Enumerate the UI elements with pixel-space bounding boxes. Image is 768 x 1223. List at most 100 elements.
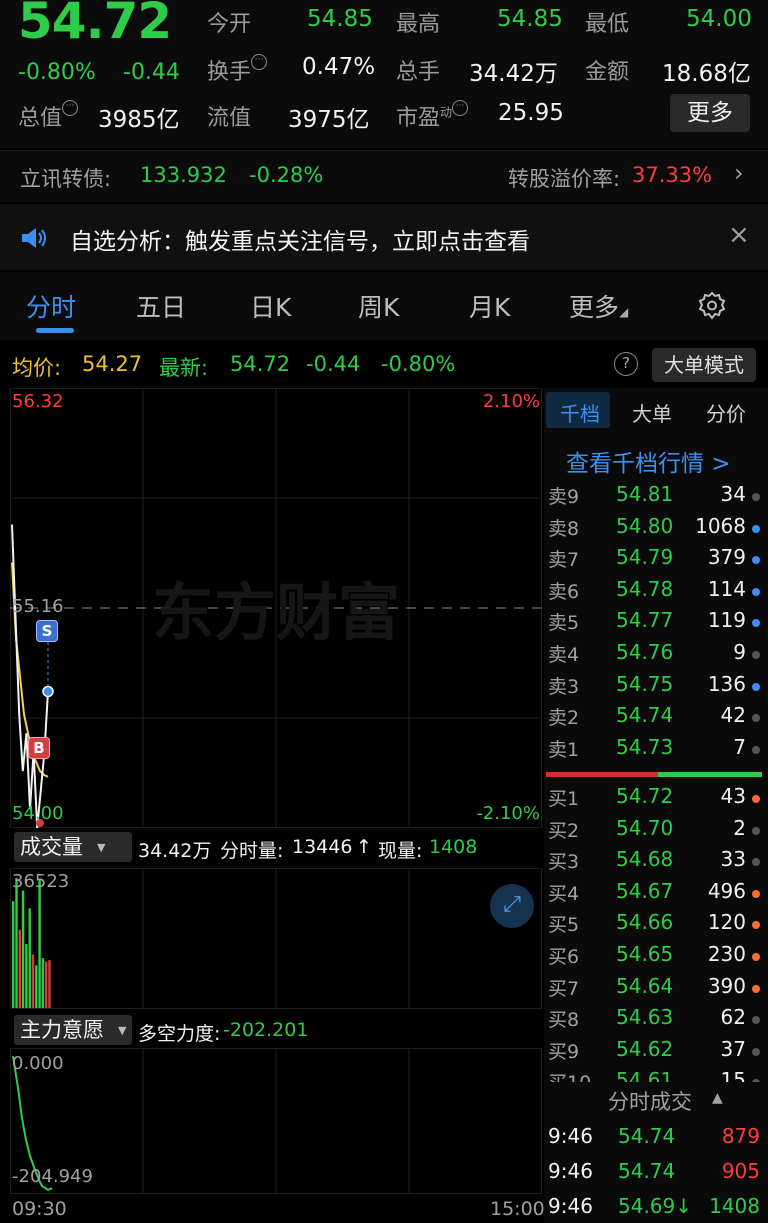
close-icon[interactable]: × [728, 220, 750, 250]
ask-row[interactable]: 卖5 54.77 119 [544, 608, 768, 639]
more-button[interactable]: 更多 [670, 94, 750, 132]
bond-change: -0.28% [249, 163, 324, 187]
bid-qty: 390 [707, 973, 746, 998]
open-label: 今开 [207, 12, 252, 37]
y-axis-bottom-label: 54.00 [12, 803, 64, 824]
ask-qty: 42 [720, 703, 746, 728]
change-percent: -0.80% [18, 60, 96, 85]
market-cap-value: 3985亿 [98, 107, 180, 133]
volume-bar [15, 878, 18, 1008]
more-info-icon: ··· [62, 100, 79, 116]
convertible-bond-row[interactable]: 立讯转债: 133.932 -0.28% 转股溢价率: 37.33% › [0, 150, 768, 202]
change-value: -0.44 [123, 60, 180, 85]
ask-price: 54.80 [616, 513, 674, 538]
bond-name: 立讯转债: [20, 167, 112, 191]
ask-row[interactable]: 卖1 54.73 7 [544, 735, 768, 766]
bid-price: 54.64 [616, 973, 674, 998]
quote-header: 54.72 -0.80% -0.44 今开 54.85 最高 54.85 最低 … [0, 0, 768, 148]
low-label: 最低 [585, 12, 630, 37]
bid-level-label: 买4 [548, 882, 580, 905]
notice-text: 自选分析：触发重点关注信号，立即点击查看 [70, 229, 530, 255]
bid-qty: 230 [707, 942, 746, 966]
big-order-mode-button[interactable]: 大单模式 [652, 348, 756, 382]
bid-row[interactable]: 买4 54.67 496 [544, 879, 768, 910]
bid-qty: 37 [720, 1036, 746, 1061]
ask-row[interactable]: 卖2 54.74 42 [544, 703, 768, 734]
current-volume-label: 现量: [378, 840, 423, 862]
order-dot-icon [752, 619, 760, 628]
bid-row[interactable]: 买2 54.70 2 [544, 816, 768, 847]
bid-row[interactable]: 买5 54.66 120 [544, 910, 768, 941]
ask-row[interactable]: 卖4 54.76 9 [544, 640, 768, 671]
force-indicator-select[interactable]: 主力意愿 ▼ [14, 1015, 132, 1045]
ask-level-label: 卖6 [548, 580, 580, 603]
bid-row[interactable]: 买1 54.72 43 [544, 784, 768, 815]
sell-marker[interactable]: S [36, 620, 58, 642]
ask-row[interactable]: 卖6 54.78 114 [544, 577, 768, 608]
volume-indicator-select[interactable]: 成交量 ▼ [14, 832, 132, 862]
volume-label: 总手 [396, 60, 441, 85]
turnover-label[interactable]: 换手 ··· [207, 54, 268, 86]
tab-weekly-k[interactable]: 周K [358, 288, 399, 324]
chevron-right-icon: › [734, 159, 744, 187]
analysis-notice[interactable]: 自选分析：触发重点关注信号，立即点击查看 × [0, 204, 768, 270]
trade-row: 9:46 54.74 879 [544, 1122, 768, 1156]
more-info-icon: ··· [452, 100, 469, 116]
low-value: 54.00 [686, 6, 752, 32]
ask-price: 54.75 [616, 671, 674, 696]
bid-row[interactable]: 买3 54.68 33 [544, 847, 768, 878]
tab-big-orders[interactable]: 大单 [632, 398, 672, 427]
tab-daily-k[interactable]: 日K [250, 288, 291, 324]
ask-price: 54.73 [616, 734, 674, 759]
tab-monthly-k[interactable]: 月K [469, 288, 510, 324]
ask-level-label: 卖4 [548, 644, 580, 666]
bid-row[interactable]: 买6 54.65 230 [544, 942, 768, 973]
force-value: -202.201 [223, 1019, 309, 1041]
expand-icon[interactable]: ⤢ [490, 884, 534, 928]
order-dot-icon [752, 524, 760, 533]
bid-price: 54.67 [616, 878, 674, 903]
bid-row[interactable]: 买9 54.62 37 [544, 1037, 768, 1068]
volume-bar [21, 890, 25, 1008]
ask-row[interactable]: 卖3 54.75 136 [544, 672, 768, 703]
ask-row[interactable]: 卖7 54.79 379 [544, 545, 768, 576]
price-chart-svg: 东方财富 [10, 388, 542, 828]
market-cap-label[interactable]: 总值 ··· [18, 100, 79, 132]
premium-value: 37.33% [632, 163, 713, 187]
ask-level-label: 卖8 [548, 517, 580, 540]
ask-row[interactable]: 卖8 54.80 1068 [544, 514, 768, 545]
volume-bar [35, 965, 38, 1008]
tab-intraday[interactable]: 分时 [26, 288, 76, 324]
ask-price: 54.76 [616, 640, 674, 664]
ask-row[interactable]: 卖9 54.81 34 [544, 482, 768, 513]
ask-price: 54.78 [616, 576, 674, 601]
buy-marker[interactable]: B [28, 737, 50, 759]
trade-time: 9:46 [548, 1194, 593, 1218]
ask-price: 54.81 [616, 482, 674, 506]
bid-row[interactable]: 买7 54.64 390 [544, 974, 768, 1005]
view-depth-link[interactable]: 查看千档行情 > [566, 444, 731, 478]
ask-level-label: 卖5 [548, 612, 580, 635]
tab-price-distribution[interactable]: 分价 [706, 398, 746, 427]
help-icon[interactable]: ? [614, 352, 638, 376]
turnover-value: 0.47% [302, 54, 376, 80]
bid-row[interactable]: 买8 54.63 62 [544, 1005, 768, 1036]
bid-price: 54.62 [616, 1036, 674, 1061]
tab-more[interactable]: 更多◢ [569, 288, 628, 324]
pe-label[interactable]: 市盈动 ··· [396, 100, 469, 132]
force-top-label: 0.000 [12, 1053, 64, 1074]
amount-value: 18.68亿 [662, 61, 751, 87]
volume-bar [38, 879, 41, 1008]
bid-qty: 496 [707, 878, 746, 903]
active-tab-indicator [36, 328, 74, 333]
tab-five-day[interactable]: 五日 [136, 288, 186, 324]
tab-thousand-depth[interactable]: 千档 [560, 398, 600, 427]
trade-qty: 1408 [709, 1194, 760, 1218]
ask-level-label: 卖2 [548, 707, 580, 730]
intraday-price-chart[interactable]: 东方财富 56.32 2.10% 55.16 54.00 -2.10% S B [10, 388, 542, 828]
trades-header[interactable]: 分时成交 ▲ [544, 1082, 768, 1118]
chart-period-tabs: 分时 五日 日K 周K 月K 更多◢ [0, 272, 768, 340]
settings-gear-icon[interactable] [696, 290, 728, 322]
volume-chart[interactable] [10, 868, 542, 1010]
avg-label: 均价: [12, 356, 62, 380]
